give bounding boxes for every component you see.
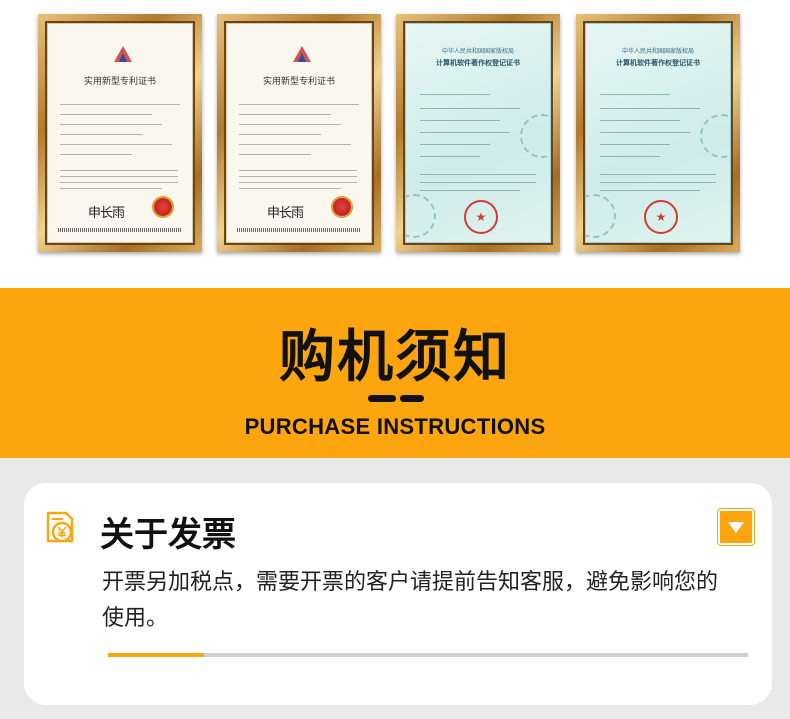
red-seal-icon: ★ (644, 200, 678, 234)
patent-certificate: 实用新型专利证书 申长雨 (47, 23, 193, 243)
purchase-instructions-banner: 购机须知 PURCHASE INSTRUCTIONS (0, 288, 790, 458)
rosette-ornament-icon (586, 194, 616, 238)
certificate-frame-software-1: 中华人民共和国国家版权局 计算机软件著作权登记证书 ★ (396, 14, 560, 252)
banner-title: 购机须知 (279, 325, 511, 390)
certificate-frame-patent-1: 实用新型专利证书 申长雨 (38, 14, 202, 252)
national-emblem-icon (331, 196, 353, 218)
patent-office-logo-icon (293, 46, 311, 62)
patent-certificate: 实用新型专利证书 申长雨 (226, 23, 372, 243)
patent-office-logo-icon (114, 46, 132, 62)
barcode-image (58, 228, 182, 232)
invoice-info-card: 关于发票 开票另加税点，需要开票的客户请提前告知客服，避免影响您的使用。 (24, 483, 772, 705)
signature-image: 申长雨 (267, 206, 304, 221)
certificate-title: 实用新型专利证书 (262, 77, 335, 87)
scroll-progress-fill (108, 653, 204, 657)
banner-subtitle: PURCHASE INSTRUCTIONS (244, 414, 546, 439)
card-title: 关于发票 (100, 515, 236, 555)
banner-divider (400, 395, 424, 402)
scroll-progress-track (108, 653, 748, 657)
chevron-down-icon (728, 522, 744, 533)
signature-image: 申长雨 (88, 206, 125, 221)
national-emblem-icon (152, 196, 174, 218)
barcode-image (237, 228, 361, 232)
banner-divider (368, 395, 396, 402)
certificate-title: 实用新型专利证书 (83, 77, 156, 87)
certificate-frame-software-2: 中华人民共和国国家版权局 计算机软件著作权登记证书 ★ (576, 14, 740, 252)
certificate-frame-patent-2: 实用新型专利证书 申长雨 (217, 14, 381, 252)
rosette-ornament-icon (700, 114, 730, 158)
certificate-issuer: 中华人民共和国国家版权局 (621, 48, 694, 55)
software-copyright-certificate: 中华人民共和国国家版权局 计算机软件著作权登记证书 ★ (405, 23, 551, 243)
invoice-yuan-icon (46, 511, 74, 543)
certificates-gallery: 实用新型专利证书 申长雨 实用新型专利证书 申长雨 中华人民共和国国家版权局 计… (0, 0, 790, 288)
collapse-toggle-button[interactable] (718, 509, 754, 545)
card-body-text: 开票另加税点，需要开票的客户请提前告知客服，避免影响您的使用。 (102, 570, 719, 631)
certificate-title: 计算机软件著作权登记证书 (436, 58, 520, 67)
software-copyright-certificate: 中华人民共和国国家版权局 计算机软件著作权登记证书 ★ (585, 23, 731, 243)
red-seal-icon: ★ (464, 200, 498, 234)
instructions-section: 关于发票 开票另加税点，需要开票的客户请提前告知客服，避免影响您的使用。 (0, 458, 790, 719)
certificate-title: 计算机软件著作权登记证书 (616, 58, 700, 67)
rosette-ornament-icon (520, 114, 550, 158)
certificate-issuer: 中华人民共和国国家版权局 (441, 48, 514, 55)
rosette-ornament-icon (406, 194, 436, 238)
